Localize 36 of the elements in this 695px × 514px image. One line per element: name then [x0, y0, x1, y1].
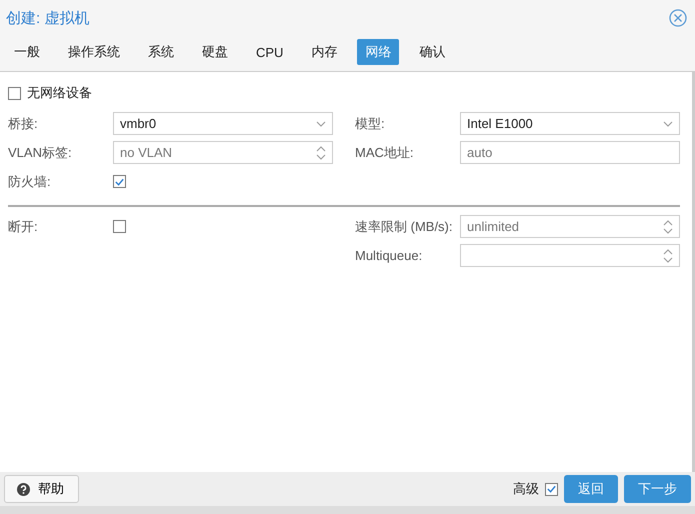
checkbox-label: 无网络设备 — [27, 84, 92, 102]
close-icon[interactable] — [669, 9, 687, 27]
dropdown-icon — [663, 120, 673, 126]
field-label: 模型: — [355, 114, 386, 132]
tab[interactable]: 系统 — [140, 39, 182, 65]
spinner-icon — [663, 218, 673, 234]
tab[interactable]: 硬盘 — [194, 39, 236, 65]
field-label: 桥接: — [8, 114, 39, 132]
select-field[interactable]: vmbr0 — [113, 112, 333, 135]
spinner-icon — [663, 248, 673, 264]
tab[interactable]: 确认 — [411, 39, 454, 65]
checkbox[interactable] — [113, 220, 126, 233]
spinner-field[interactable] — [460, 244, 680, 267]
tab[interactable]: 一般 — [6, 39, 48, 65]
checkbox[interactable] — [113, 175, 126, 188]
field-label: 速率限制 (MB/s): — [355, 218, 454, 236]
tab[interactable]: 操作系统 — [60, 39, 128, 65]
help-button[interactable]: 帮助 — [4, 475, 79, 503]
field-label: MAC地址: — [355, 144, 414, 162]
spinner-field[interactable]: no VLAN — [113, 141, 333, 164]
field-label: Multiqueue: — [355, 248, 424, 263]
spinner-field[interactable]: unlimited — [460, 215, 680, 238]
tab[interactable]: 内存 — [303, 39, 346, 65]
field-label: 防火墙: — [8, 172, 52, 190]
input-field[interactable]: auto — [460, 141, 680, 164]
field-label: 断开: — [8, 218, 39, 236]
help-icon — [17, 482, 30, 496]
checkbox[interactable] — [8, 86, 21, 100]
checkbox-label: 高级 — [513, 480, 539, 498]
tab[interactable]: CPU — [248, 39, 292, 65]
window-title: 创建: 虚拟机 — [6, 8, 90, 28]
select-field[interactable]: Intel E1000 — [460, 112, 680, 135]
spinner-icon — [316, 144, 326, 160]
field-label: VLAN标签: — [8, 144, 73, 162]
checkbox[interactable] — [545, 482, 558, 496]
dropdown-icon — [316, 120, 326, 126]
